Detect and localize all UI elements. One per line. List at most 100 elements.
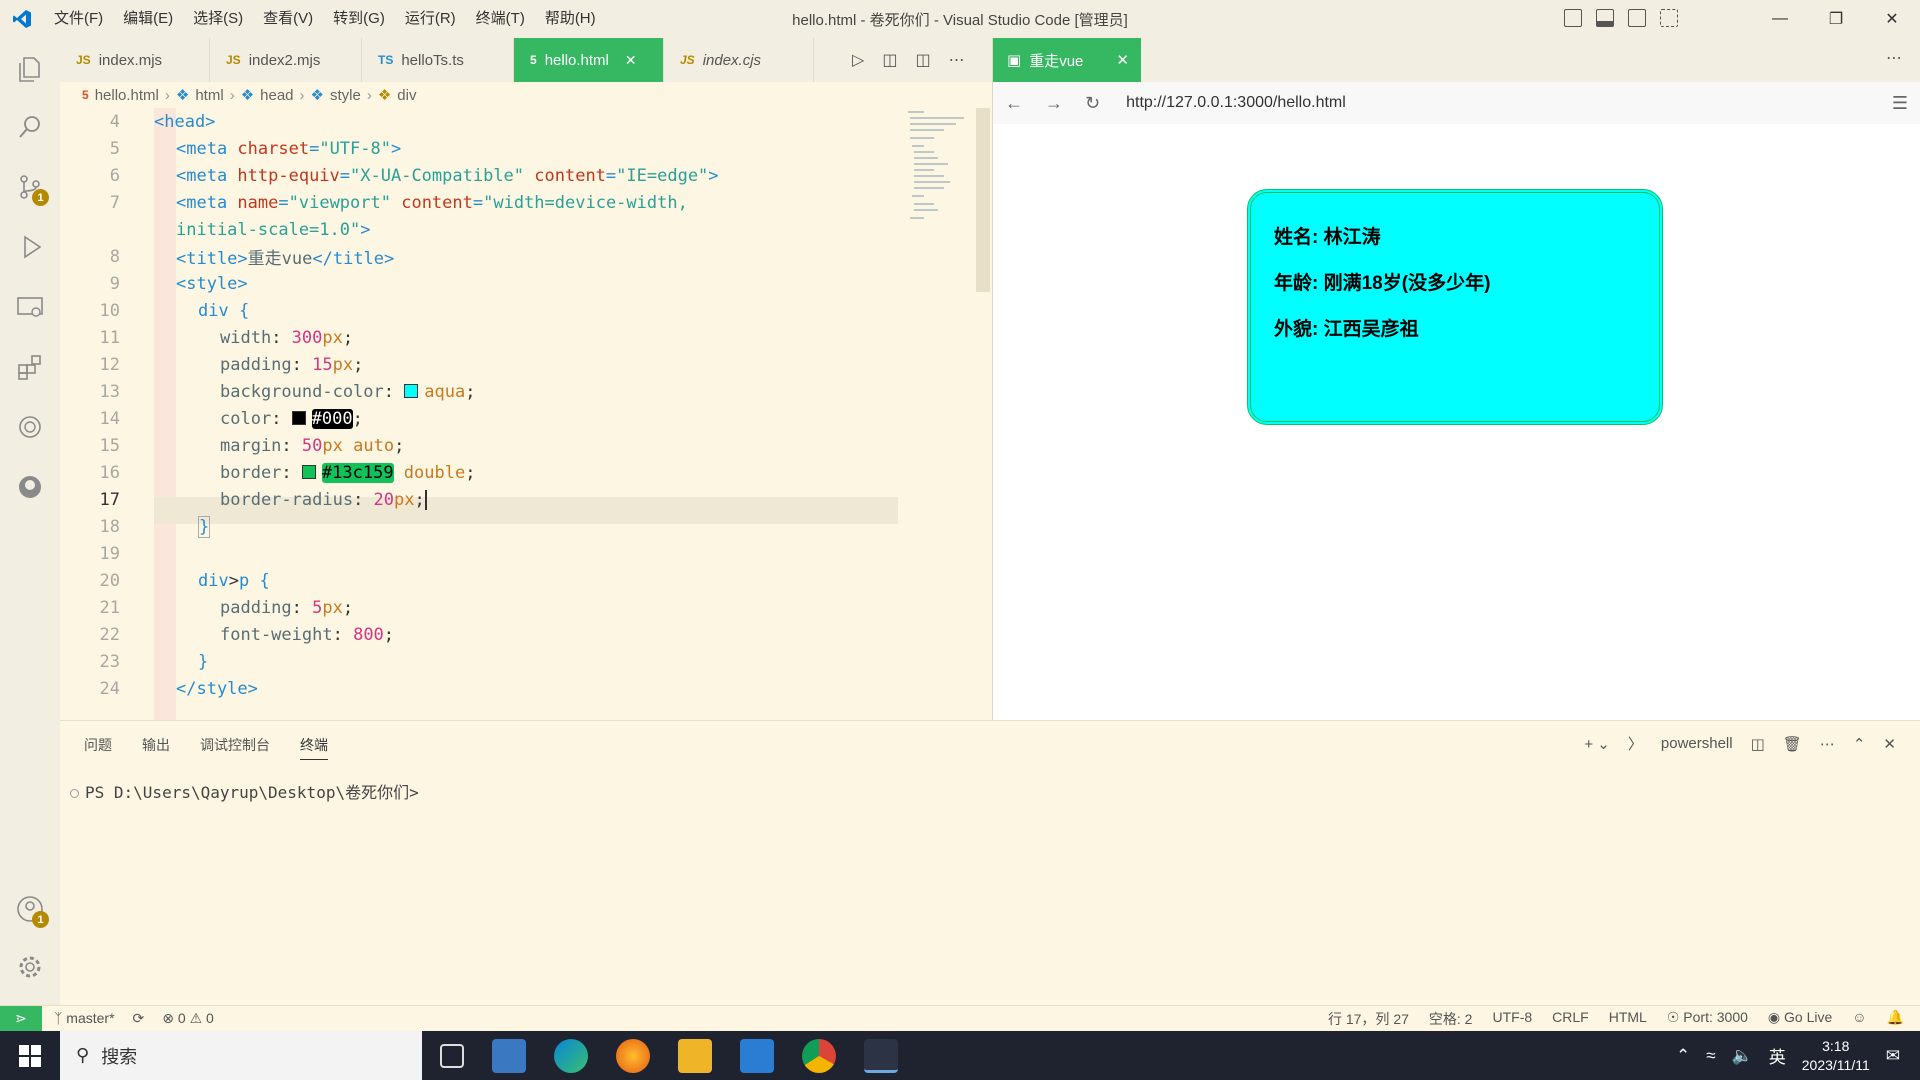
run-icon[interactable]: ▷ [852, 50, 864, 70]
toggle-secondary-sidebar-icon[interactable] [1628, 9, 1646, 27]
mail-icon[interactable] [740, 1038, 774, 1073]
code-token: px [332, 354, 354, 375]
trash-icon[interactable]: 🗑 [1783, 735, 1802, 753]
tab-preview[interactable]: ▣ 重走vue ✕ [993, 38, 1141, 82]
code-line: 9 <style> [60, 270, 960, 297]
menu-file[interactable]: 文件(F) [44, 0, 113, 38]
code-editor[interactable]: 4 <head> 5 <meta charset="UTF-8"> 6 <meta h… [60, 108, 974, 720]
menu-help[interactable]: 帮助(H) [535, 0, 606, 38]
menu-view[interactable]: 查看(V) [253, 0, 323, 38]
terminal-output[interactable]: PS D:\Users\Qayrup\Desktop\卷死你们> [70, 779, 419, 803]
close-panel-icon[interactable]: ✕ [1883, 735, 1896, 753]
tab-hellots-ts[interactable]: TS helloTs.ts [362, 38, 514, 82]
indentation[interactable]: 空格: 2 [1429, 1009, 1473, 1029]
edge-browser-icon[interactable] [554, 1038, 588, 1073]
toggle-panel-icon[interactable] [1596, 9, 1614, 27]
task-view-icon[interactable] [440, 1043, 464, 1068]
breadcrumb-item[interactable]: div [397, 87, 416, 104]
tab-index2-mjs[interactable]: JS index2.mjs [210, 38, 362, 82]
cursor-position[interactable]: 行 17，列 27 [1328, 1009, 1409, 1029]
more-actions-icon[interactable]: ⋯ [1820, 735, 1835, 753]
chevron-up-icon[interactable]: ⌃ [1676, 1046, 1690, 1066]
menu-terminal[interactable]: 终端(T) [466, 0, 535, 38]
code-token: "IE=edge" [616, 165, 709, 186]
menu-go[interactable]: 转到(G) [323, 0, 395, 38]
maximize-panel-icon[interactable]: ⌃ [1853, 735, 1866, 753]
tab-debug-console[interactable]: 调试控制台 [200, 735, 270, 760]
menu-selection[interactable]: 选择(S) [183, 0, 253, 38]
sync-icon[interactable]: ⟳ [133, 1010, 145, 1027]
volume-icon[interactable]: 🔈 [1732, 1046, 1753, 1066]
tab-terminal[interactable]: 终端 [300, 735, 328, 760]
minimize-icon[interactable]: — [1752, 0, 1808, 38]
github-icon[interactable] [15, 472, 45, 502]
remote-icon[interactable]: ⋗ [0, 1005, 42, 1032]
new-terminal-icon[interactable]: + ⌄ [1584, 735, 1610, 753]
firefox-icon[interactable] [616, 1038, 650, 1073]
close-tab-icon[interactable]: ✕ [625, 52, 637, 69]
feedback-icon[interactable]: ☺ [1852, 1009, 1866, 1029]
open-preview-icon[interactable]: ◫ [882, 50, 897, 70]
line-ending[interactable]: CRLF [1552, 1009, 1589, 1029]
go-live-button[interactable]: ◉ Go Live [1768, 1009, 1832, 1029]
color-swatch-icon[interactable] [301, 464, 316, 479]
source-control-icon[interactable]: 1 [15, 172, 49, 206]
back-icon[interactable]: ← [1005, 93, 1023, 114]
shell-label[interactable]: powershell [1661, 735, 1733, 752]
branch-indicator[interactable]: ᛉ master* [54, 1010, 115, 1027]
tab-problems[interactable]: 问题 [84, 735, 112, 760]
url-input[interactable]: http://127.0.0.1:3000/hello.html [1126, 94, 1346, 112]
minimap[interactable] [904, 108, 974, 228]
notifications-bell-icon[interactable]: 🔔 [1887, 1009, 1904, 1029]
taskbar-search[interactable]: ⚲ 搜索 [60, 1031, 422, 1080]
vscode-taskbar-icon[interactable] [864, 1038, 898, 1073]
code-token: <style> [176, 273, 248, 294]
language-mode[interactable]: HTML [1609, 1009, 1647, 1029]
split-editor-icon[interactable]: ◫ [915, 50, 930, 70]
ime-indicator[interactable]: 英 [1769, 1043, 1786, 1068]
breadcrumb-item[interactable]: style [330, 87, 361, 104]
encoding[interactable]: UTF-8 [1492, 1009, 1532, 1029]
remote-explorer-icon[interactable] [15, 292, 45, 322]
clock[interactable]: 3:18 2023/11/11 [1802, 1037, 1870, 1075]
run-debug-icon[interactable] [15, 232, 45, 262]
close-window-icon[interactable]: ✕ [1864, 0, 1920, 38]
more-actions-icon[interactable]: ⋯ [949, 50, 965, 70]
chrome-icon[interactable] [802, 1038, 836, 1073]
menu-edit[interactable]: 编辑(E) [113, 0, 183, 38]
file-explorer-icon[interactable] [678, 1038, 712, 1073]
menu-icon[interactable]: ☰ [1892, 93, 1908, 114]
color-swatch-icon[interactable] [404, 383, 419, 398]
app-icon[interactable] [492, 1038, 526, 1073]
tab-index-mjs[interactable]: JS index.mjs [60, 38, 210, 82]
breadcrumb-item[interactable]: html [195, 87, 223, 104]
menu-run[interactable]: 运行(R) [395, 0, 466, 38]
code-token: ; [342, 597, 354, 618]
account-icon[interactable]: 1 [15, 894, 49, 928]
breadcrumb-item[interactable]: hello.html [95, 87, 159, 104]
restore-icon[interactable]: ❐ [1808, 0, 1864, 38]
editor-scrollbar[interactable] [976, 108, 990, 292]
chatgpt-icon[interactable] [15, 412, 45, 442]
tab-index-cjs[interactable]: JS index.cjs [664, 38, 814, 82]
extensions-icon[interactable] [15, 352, 45, 382]
wifi-icon[interactable]: ≈ [1706, 1046, 1715, 1066]
tab-hello-html[interactable]: 5 hello.html ✕ [514, 38, 664, 82]
tab-output[interactable]: 输出 [142, 735, 170, 760]
reload-icon[interactable]: ↻ [1085, 93, 1100, 114]
settings-gear-icon[interactable] [15, 952, 45, 982]
problems-indicator[interactable]: ⊗ 0 ⚠ 0 [162, 1010, 214, 1027]
toggle-sidebar-icon[interactable] [1564, 9, 1582, 27]
close-tab-icon[interactable]: ✕ [1116, 51, 1129, 69]
color-swatch-icon[interactable] [291, 410, 306, 425]
more-actions-icon[interactable]: ⋯ [1886, 48, 1902, 68]
windows-start-icon[interactable] [0, 1031, 60, 1080]
breadcrumb-item[interactable]: head [260, 87, 293, 104]
files-icon[interactable] [15, 54, 45, 84]
forward-icon[interactable]: → [1045, 93, 1063, 114]
customize-layout-icon[interactable] [1660, 9, 1678, 27]
search-icon[interactable] [15, 112, 45, 142]
notification-center-icon[interactable]: ✉ [1886, 1046, 1900, 1066]
port-indicator[interactable]: ☉ Port: 3000 [1667, 1009, 1748, 1029]
split-terminal-icon[interactable]: ◫ [1751, 735, 1765, 753]
